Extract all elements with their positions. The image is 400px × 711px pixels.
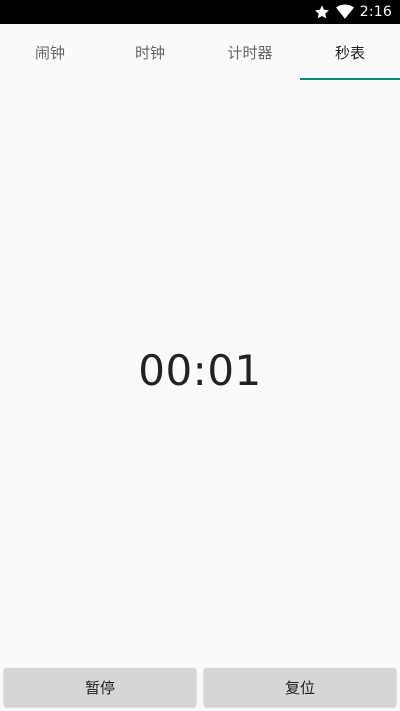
tab-bar: 闹钟 时钟 计时器 秒表 [0, 24, 400, 80]
wifi-icon [335, 4, 354, 20]
stopwatch-time: 00:01 [138, 346, 262, 395]
tab-clock[interactable]: 时钟 [100, 24, 200, 80]
tab-stopwatch[interactable]: 秒表 [300, 24, 400, 80]
stopwatch-panel: 00:01 [0, 80, 400, 660]
pause-button[interactable]: 暂停 [4, 668, 196, 706]
button-bar: 暂停 复位 [0, 668, 400, 706]
status-bar: 2:16 [0, 0, 400, 24]
tab-alarm[interactable]: 闹钟 [0, 24, 100, 80]
status-time: 2:16 [359, 4, 392, 20]
reset-button[interactable]: 复位 [204, 668, 396, 706]
tab-timer[interactable]: 计时器 [200, 24, 300, 80]
star-icon [314, 4, 330, 20]
